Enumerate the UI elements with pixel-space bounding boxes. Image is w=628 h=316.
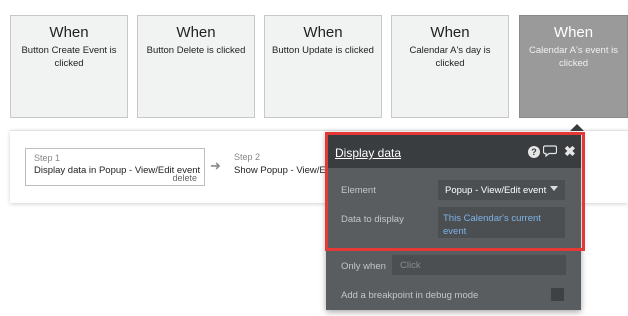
event-when-label: When: [176, 24, 216, 41]
event-card-create[interactable]: When Button Create Event is clicked: [10, 15, 128, 118]
event-when-label: When: [303, 24, 343, 41]
event-description: Calendar A's day is clicked: [409, 45, 491, 69]
step-number: Step 1: [34, 153, 61, 163]
event-description: Button Update is clicked: [272, 45, 374, 56]
breakpoint-checkbox[interactable]: [551, 288, 564, 301]
event-when-label: When: [430, 24, 470, 41]
event-card-calendar-event[interactable]: When Calendar A's event is clicked: [519, 15, 628, 118]
breakpoint-label: Add a breakpoint in debug mode: [341, 290, 479, 301]
event-card-delete[interactable]: When Button Delete is clicked: [137, 15, 255, 118]
element-dropdown-value: Popup - View/Edit event: [445, 185, 547, 196]
data-to-display-field[interactable]: This Calendar's current event: [438, 207, 565, 238]
data-to-display-label: Data to display: [341, 214, 404, 225]
comment-icon[interactable]: [542, 145, 558, 160]
panel-pointer: [570, 124, 584, 131]
element-label: Element: [341, 185, 376, 196]
event-when-label: When: [553, 24, 594, 41]
event-when-label: When: [49, 24, 89, 41]
workflow-step-1[interactable]: Step 1 Display data in Popup - View/Edit…: [25, 148, 205, 186]
only-when-input[interactable]: Click: [392, 255, 566, 275]
chevron-down-icon: [550, 186, 558, 191]
event-description: Calendar A's event is clicked: [529, 45, 618, 69]
only-when-label: Only when: [341, 261, 386, 272]
delete-step-link[interactable]: delete: [172, 173, 197, 183]
only-when-placeholder: Click: [400, 260, 421, 271]
event-card-calendar-day[interactable]: When Calendar A's day is clicked: [391, 15, 509, 118]
event-card-update[interactable]: When Button Update is clicked: [264, 15, 382, 118]
event-description: Button Create Event is clicked: [21, 45, 117, 69]
arrow-right-icon: ➜: [210, 158, 221, 173]
panel-header: Display data ? ✖: [326, 132, 581, 168]
data-expression[interactable]: This Calendar's current event: [443, 213, 541, 237]
panel-title-link[interactable]: Display data: [335, 146, 401, 160]
event-description: Button Delete is clicked: [146, 45, 246, 56]
help-icon[interactable]: ?: [528, 146, 540, 158]
element-dropdown[interactable]: Popup - View/Edit event: [438, 180, 565, 200]
close-icon[interactable]: ✖: [564, 143, 576, 160]
